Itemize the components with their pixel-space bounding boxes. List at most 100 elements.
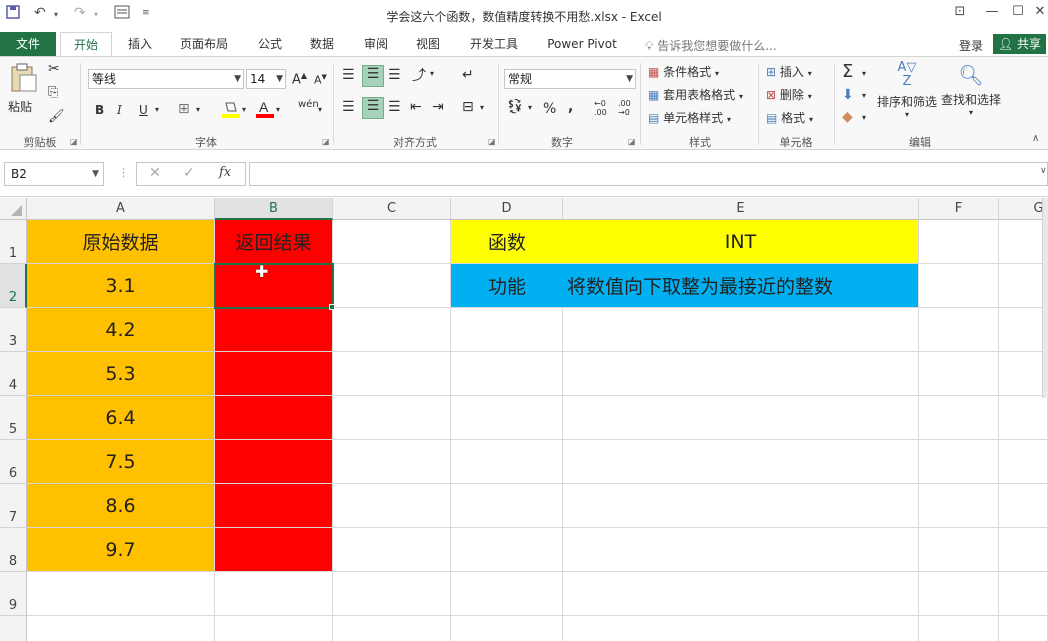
paste-button[interactable]: 粘贴 xyxy=(8,63,38,115)
phonetic-icon[interactable]: wén xyxy=(298,99,319,110)
collapse-ribbon-icon[interactable]: ∧ xyxy=(1032,133,1039,144)
cell-g8[interactable] xyxy=(999,528,1048,572)
cell-c3[interactable] xyxy=(333,308,451,352)
share-button[interactable]: 👤︎ 共享 xyxy=(993,34,1046,54)
cell-d8[interactable] xyxy=(451,528,563,572)
phonetic-dropdown-icon[interactable]: ▾ xyxy=(318,105,322,114)
cell-b7[interactable] xyxy=(215,484,333,528)
cell-b3[interactable] xyxy=(215,308,333,352)
cell-d2[interactable]: 功能 xyxy=(451,264,563,308)
tab-home[interactable]: 开始 xyxy=(60,32,112,56)
vertical-scrollbar[interactable] xyxy=(1042,198,1048,398)
cell-d6[interactable] xyxy=(451,440,563,484)
align-top-icon[interactable]: ☰ xyxy=(342,67,355,83)
increase-indent-icon[interactable]: ⇥ xyxy=(432,99,444,115)
cell-c9[interactable] xyxy=(333,572,451,616)
tab-view[interactable]: 视图 xyxy=(408,32,448,56)
cell-styles-button[interactable]: ▤ 单元格样式 ▾ xyxy=(648,109,731,126)
column-header-d[interactable]: D xyxy=(451,198,563,220)
font-launcher-icon[interactable]: ◪ xyxy=(322,137,330,146)
close-icon[interactable]: ✕ xyxy=(1030,4,1048,19)
cell-c2[interactable] xyxy=(333,264,451,308)
decrease-decimal-icon[interactable]: .00 →0 xyxy=(618,99,631,117)
cell-a8[interactable]: 9.7 xyxy=(27,528,215,572)
italic-button[interactable]: I xyxy=(117,103,122,117)
copy-icon[interactable]: ⎘ xyxy=(48,85,58,100)
clear-icon[interactable]: ◆ xyxy=(842,109,853,125)
cell-b1[interactable]: 返回结果 xyxy=(215,220,333,264)
cell-a1[interactable]: 原始数据 xyxy=(27,220,215,264)
sort-filter-button[interactable]: A▽ Z 排序和筛选 ▾ xyxy=(876,61,938,120)
row-header-3[interactable]: 3 xyxy=(0,308,27,352)
cell-a4[interactable]: 5.3 xyxy=(27,352,215,396)
decrease-font-icon[interactable]: A▼ xyxy=(314,73,327,87)
cut-icon[interactable]: ✂ xyxy=(48,61,60,77)
column-header-e[interactable]: E xyxy=(563,198,919,220)
cell-e9[interactable] xyxy=(563,572,919,616)
enter-icon[interactable]: ✓ xyxy=(183,165,195,181)
cell-f4[interactable] xyxy=(919,352,999,396)
cell-c8[interactable] xyxy=(333,528,451,572)
percent-icon[interactable]: % xyxy=(543,101,556,117)
column-header-a[interactable]: A xyxy=(27,198,215,220)
cell-e2[interactable]: 将数值向下取整为最接近的整数 xyxy=(563,264,919,308)
cell-d9[interactable] xyxy=(451,572,563,616)
increase-decimal-icon[interactable]: ←0.00 xyxy=(594,99,607,117)
cell-a3[interactable]: 4.2 xyxy=(27,308,215,352)
cell-c6[interactable] xyxy=(333,440,451,484)
number-format-combo[interactable]: 常规 ▼ xyxy=(504,69,636,89)
font-name-combo[interactable]: 等线 ▼ xyxy=(88,69,244,89)
formula-input[interactable] xyxy=(249,162,1048,186)
borders-dropdown-icon[interactable]: ▾ xyxy=(196,105,200,114)
cell-f2[interactable] xyxy=(919,264,999,308)
insert-cells-button[interactable]: ⊞ 插入 ▾ xyxy=(766,63,812,80)
cell-g6[interactable] xyxy=(999,440,1048,484)
cell-c4[interactable] xyxy=(333,352,451,396)
cell-g1[interactable] xyxy=(999,220,1048,264)
cell-e8[interactable] xyxy=(563,528,919,572)
cell-d10[interactable] xyxy=(451,616,563,641)
cell-f7[interactable] xyxy=(919,484,999,528)
cell-e3[interactable] xyxy=(563,308,919,352)
minimize-icon[interactable]: — xyxy=(982,4,1002,19)
cell-d1[interactable]: 函数 xyxy=(451,220,563,264)
delete-cells-button[interactable]: ⊠ 删除 ▾ xyxy=(766,86,812,103)
row-header-7[interactable]: 7 xyxy=(0,484,27,528)
row-header-9[interactable]: 9 xyxy=(0,572,27,616)
cell-f8[interactable] xyxy=(919,528,999,572)
cell-e10[interactable] xyxy=(563,616,919,641)
maximize-icon[interactable]: ☐ xyxy=(1008,4,1028,19)
merge-dropdown-icon[interactable]: ▾ xyxy=(480,103,484,112)
cell-d5[interactable] xyxy=(451,396,563,440)
cell-c1[interactable] xyxy=(333,220,451,264)
tell-me-box[interactable]: 💡︎ 告诉我您想要做什么... xyxy=(645,37,777,54)
cell-f3[interactable] xyxy=(919,308,999,352)
cell-a7[interactable]: 8.6 xyxy=(27,484,215,528)
fill-handle[interactable] xyxy=(329,304,335,310)
bold-button[interactable]: B xyxy=(95,103,104,117)
cell-d4[interactable] xyxy=(451,352,563,396)
find-select-button[interactable]: 🔍︎ 查找和选择 ▾ xyxy=(940,61,1002,117)
cell-c10[interactable] xyxy=(333,616,451,641)
cell-g9[interactable] xyxy=(999,572,1048,616)
worksheet-grid[interactable]: A B C D E F G 1 2 3 4 5 6 7 8 9 原始数据 3.1… xyxy=(0,198,1048,641)
align-bottom-icon[interactable]: ☰ xyxy=(388,67,401,83)
autosum-icon[interactable]: Σ xyxy=(842,61,853,82)
align-center-icon[interactable]: ☰ xyxy=(362,97,384,119)
borders-icon[interactable]: ⊞ xyxy=(178,101,190,117)
cell-a9[interactable] xyxy=(27,572,215,616)
row-header-2[interactable]: 2 xyxy=(0,264,27,308)
font-color-dropdown-icon[interactable]: ▾ xyxy=(276,105,280,114)
format-as-table-button[interactable]: ▦ 套用表格格式 ▾ xyxy=(648,86,743,103)
comma-style-icon[interactable]: , xyxy=(568,99,573,115)
fill-icon[interactable]: ⬇ xyxy=(842,87,854,103)
cell-a10[interactable] xyxy=(27,616,215,641)
cell-e6[interactable] xyxy=(563,440,919,484)
tab-insert[interactable]: 插入 xyxy=(120,32,160,56)
fill-dropdown-icon[interactable]: ▾ xyxy=(862,91,866,100)
cell-f10[interactable] xyxy=(919,616,999,641)
cell-d3[interactable] xyxy=(451,308,563,352)
column-header-b[interactable]: B xyxy=(215,198,333,220)
cell-a6[interactable]: 7.5 xyxy=(27,440,215,484)
format-painter-icon[interactable]: 🖌︎ xyxy=(48,109,65,124)
